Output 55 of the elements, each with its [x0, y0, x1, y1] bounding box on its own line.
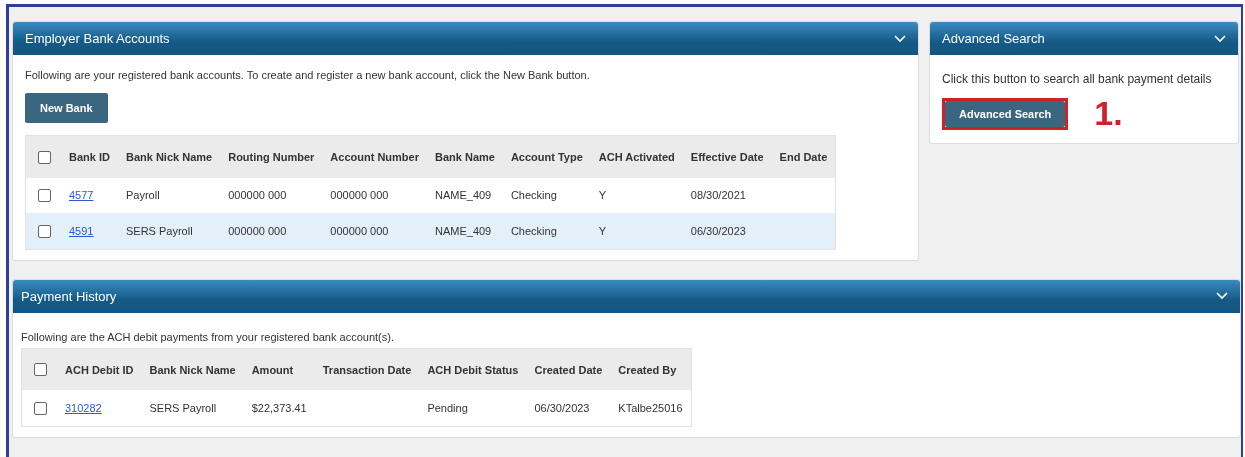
- column-header: End Date: [771, 135, 836, 178]
- column-header: Created By: [610, 348, 692, 391]
- table-cell: Y: [598, 225, 607, 237]
- table-cell: SERS Payroll: [149, 402, 217, 415]
- intro-text: Following are the ACH debit payments from your registered bank account(s).: [21, 330, 394, 343]
- row-checkbox[interactable]: [38, 224, 51, 238]
- row-checkbox[interactable]: [34, 401, 47, 415]
- column-header: Bank Name: [427, 135, 503, 178]
- advanced-search-button[interactable]: Advanced Search: [945, 100, 1066, 127]
- step-annotation: 1.: [1094, 94, 1123, 133]
- table-cell: 08/30/2021: [690, 189, 746, 202]
- table-cell: 000000 000: [228, 189, 287, 202]
- column-header: ACH Activated: [590, 135, 683, 178]
- table-cell: NAME_409: [435, 189, 492, 202]
- column-header: Account Type: [502, 135, 591, 178]
- table-cell: Pending: [427, 402, 468, 415]
- search-hint-text: Click this button to search all bank payment details: [942, 72, 1212, 86]
- row-checkbox[interactable]: [38, 189, 51, 203]
- column-header: Bank Nick Name: [141, 348, 244, 391]
- chevron-down-icon[interactable]: [894, 34, 906, 43]
- table-cell: Payroll: [125, 189, 160, 202]
- table-cell: NAME_409: [435, 225, 492, 237]
- column-header: Effective Date: [682, 135, 772, 178]
- table-cell: 06/30/2023: [534, 402, 590, 415]
- panel-title: Advanced Search: [942, 31, 1045, 46]
- table-cell: Checking: [510, 225, 557, 237]
- new-bank-button[interactable]: New Bank: [25, 93, 108, 123]
- select-all-checkbox[interactable]: [34, 363, 47, 377]
- table-cell: Y: [598, 189, 607, 202]
- column-header: Created Date: [526, 348, 611, 391]
- intro-text: Following are your registered bank accounts. To create and register a new bank account, click the New Bank button.: [25, 69, 590, 81]
- column-header: ACH Debit ID: [57, 348, 142, 391]
- column-header: ACH Debit Status: [419, 348, 527, 391]
- panel-title: Payment History: [21, 288, 117, 304]
- column-header: Amount: [243, 348, 315, 391]
- column-header: Bank Nick Name: [117, 135, 221, 178]
- table-cell: 000000 000: [330, 189, 389, 202]
- table-cell: Checking: [510, 189, 557, 202]
- column-header: Account Number: [322, 135, 427, 178]
- id-link[interactable]: 4591: [69, 225, 94, 237]
- chevron-down-icon[interactable]: [1216, 292, 1228, 301]
- table-cell: $22,373.41: [251, 402, 307, 415]
- chevron-down-icon[interactable]: [1214, 34, 1226, 43]
- table-cell: 000000 000: [228, 225, 287, 237]
- column-header: Bank ID: [61, 135, 118, 178]
- table-cell: SERS Payroll: [125, 225, 193, 237]
- table-cell: 06/30/2023: [690, 225, 746, 237]
- table-cell: 000000 000: [330, 225, 389, 237]
- column-header: Routing Number: [220, 135, 323, 178]
- column-header: Transaction Date: [314, 348, 420, 391]
- select-all-checkbox[interactable]: [38, 150, 51, 164]
- table-cell: KTalbe25016: [618, 402, 683, 415]
- panel-title: Employer Bank Accounts: [25, 31, 170, 46]
- id-link[interactable]: 4577: [69, 189, 94, 202]
- id-link[interactable]: 310282: [65, 402, 102, 415]
